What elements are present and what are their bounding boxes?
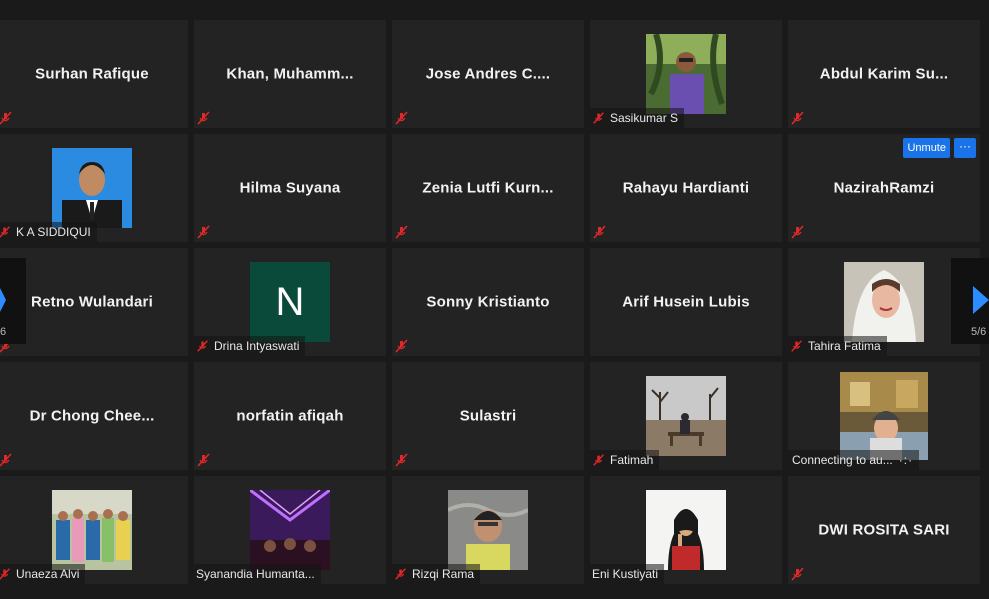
microphone-muted-icon: [593, 454, 604, 466]
participant-tile[interactable]: Arif Husein Lubis: [590, 248, 782, 356]
participant-name: Hilma Suyana: [239, 179, 341, 197]
participant-name: Rahayu Hardianti: [622, 179, 750, 197]
microphone-muted-icon: [791, 567, 804, 581]
participant-name: DWI ROSITA SARI: [818, 521, 950, 539]
microphone-muted-icon: [197, 453, 210, 467]
chevron-left-icon: [0, 288, 6, 312]
participant-label: K A SIDDIQUI: [0, 222, 97, 242]
connecting-dots: ·:·: [898, 453, 914, 467]
participant-video: [250, 490, 330, 570]
participant-name: Zenia Lutfi Kurn...: [422, 179, 554, 197]
participant-video: [646, 376, 726, 456]
participant-tile[interactable]: Retno Wulandari: [0, 248, 188, 356]
participant-name: Rizqi Rama: [412, 567, 475, 581]
participant-name: Abdul Karim Su...: [819, 65, 949, 83]
participant-tile[interactable]: Abdul Karim Su...: [788, 20, 980, 128]
participant-video: [52, 148, 132, 228]
participant-tile[interactable]: Eni Kustiyati: [590, 476, 782, 584]
participant-name: Syanandia Humanta...: [196, 567, 315, 581]
microphone-muted-icon: [395, 568, 406, 580]
participant-tile[interactable]: Unaeza Alvi: [0, 476, 188, 584]
participant-tile[interactable]: N Drina Intyaswati: [194, 248, 386, 356]
participant-video: [844, 262, 924, 342]
microphone-muted-icon: [395, 453, 408, 467]
participant-name: Fatimah: [610, 453, 654, 467]
participant-name: Connecting to au...: [792, 453, 893, 467]
microphone-muted-icon: [791, 340, 802, 352]
video-gallery: Surhan Rafique Khan, Muhamm... Jose Andr…: [0, 0, 989, 599]
participant-label: Syanandia Humanta...: [194, 564, 321, 584]
participant-name: norfatin afiqah: [236, 407, 344, 425]
microphone-muted-icon: [593, 112, 604, 124]
participant-name: Sulastri: [459, 407, 517, 425]
microphone-muted-icon: [197, 340, 208, 352]
participant-label: Connecting to au... ·:·: [788, 450, 920, 470]
microphone-muted-icon: [197, 225, 210, 239]
participant-label: Sasikumar S: [590, 108, 685, 128]
page-indicator: 5/6: [971, 326, 987, 338]
next-page-button[interactable]: 5/6: [951, 258, 989, 344]
more-options-button[interactable]: ···: [954, 138, 976, 158]
participant-label: Tahira Fatima: [788, 336, 887, 356]
participant-label: Rizqi Rama: [392, 564, 481, 584]
participant-label: Drina Intyaswati: [194, 336, 306, 356]
microphone-muted-icon: [791, 111, 804, 125]
participant-tile[interactable]: Rizqi Rama: [392, 476, 584, 584]
participant-name: Dr Chong Chee...: [29, 407, 155, 425]
participant-name: K A SIDDIQUI: [16, 225, 91, 239]
microphone-muted-icon: [0, 111, 12, 125]
microphone-muted-icon: [791, 225, 804, 239]
microphone-muted-icon: [593, 225, 606, 239]
participant-name: Sasikumar S: [610, 111, 679, 125]
page-indicator: 6: [0, 326, 7, 338]
participant-tile[interactable]: Jose Andres C....: [392, 20, 584, 128]
participant-name: Surhan Rafique: [35, 65, 149, 83]
participant-tile[interactable]: Dr Chong Chee...: [0, 362, 188, 470]
microphone-muted-icon: [0, 226, 10, 238]
participant-tile[interactable]: Rahayu Hardianti: [590, 134, 782, 242]
participant-tile[interactable]: Fatimah: [590, 362, 782, 470]
microphone-muted-icon: [0, 453, 12, 467]
participant-name: Tahira Fatima: [808, 339, 881, 353]
participant-label: Eni Kustiyati: [590, 564, 665, 584]
participant-tile[interactable]: Sasikumar S: [590, 20, 782, 128]
participant-video: [646, 490, 726, 570]
unmute-button[interactable]: Unmute: [903, 138, 950, 158]
microphone-muted-icon: [395, 225, 408, 239]
participant-name: Sonny Kristianto: [426, 293, 550, 311]
participant-name: Drina Intyaswati: [214, 339, 300, 353]
participant-tile[interactable]: Syanandia Humanta...: [194, 476, 386, 584]
participant-video: [646, 34, 726, 114]
participant-tile[interactable]: Unmute ··· NazirahRamzi: [788, 134, 980, 242]
participant-tile[interactable]: norfatin afiqah: [194, 362, 386, 470]
microphone-muted-icon: [197, 111, 210, 125]
microphone-muted-icon: [395, 339, 408, 353]
participant-tile[interactable]: Connecting to au... ·:·: [788, 362, 980, 470]
participant-name: Khan, Muhamm...: [226, 65, 354, 83]
participant-tile[interactable]: Zenia Lutfi Kurn...: [392, 134, 584, 242]
avatar: N: [250, 262, 330, 342]
chevron-right-icon: [973, 286, 989, 314]
participant-tile[interactable]: K A SIDDIQUI: [0, 134, 188, 242]
participant-name: Retno Wulandari: [31, 293, 153, 311]
participant-tile[interactable]: Sonny Kristianto: [392, 248, 584, 356]
participant-label: Fatimah: [590, 450, 660, 470]
participant-video: [448, 490, 528, 570]
participant-name: Unaeza Alvi: [16, 567, 80, 581]
participant-tile[interactable]: Khan, Muhamm...: [194, 20, 386, 128]
participant-tile[interactable]: Sulastri: [392, 362, 584, 470]
participant-video: [840, 372, 928, 460]
participant-name: Jose Andres C....: [425, 65, 551, 83]
participant-video: [52, 490, 132, 570]
previous-page-button[interactable]: 6: [0, 258, 26, 344]
microphone-muted-icon: [0, 568, 10, 580]
participant-label: Unaeza Alvi: [0, 564, 86, 584]
participant-name: Arif Husein Lubis: [622, 293, 750, 311]
participant-name: Eni Kustiyati: [592, 567, 659, 581]
microphone-muted-icon: [395, 111, 408, 125]
participant-tile[interactable]: Hilma Suyana: [194, 134, 386, 242]
participant-tile[interactable]: DWI ROSITA SARI: [788, 476, 980, 584]
participant-name: NazirahRamzi: [833, 179, 935, 197]
participant-tile[interactable]: Surhan Rafique: [0, 20, 188, 128]
